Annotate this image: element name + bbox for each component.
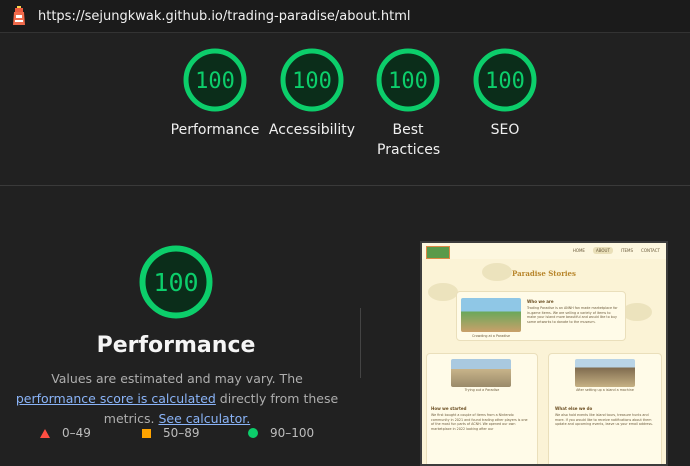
leaf-decoration — [428, 283, 458, 301]
thumb-logo — [426, 246, 450, 259]
thumb-nav-links: HOME ABOUT ITEMS CONTACT — [572, 247, 660, 254]
thumb-caption: Trying out a Paradise — [464, 388, 500, 392]
thumb-text: Trading Paradise is an ANNH fan made mar… — [527, 306, 618, 324]
score-gauge-ring: 100 — [183, 48, 247, 112]
thumb-image — [575, 359, 635, 387]
triangle-icon — [40, 428, 50, 438]
thumb-heading: Who we are — [527, 299, 554, 304]
legend-fail: 0–49 — [40, 426, 91, 440]
thumb-heading: What else we do — [555, 406, 593, 411]
gauge-label: SEO — [490, 122, 520, 138]
final-screenshot-thumbnail[interactable]: HOME ABOUT ITEMS CONTACT Paradise Storie… — [420, 241, 668, 466]
section-divider — [0, 185, 690, 186]
thumb-card-who: Crowding at a Paradise Who we are Tradin… — [456, 291, 626, 341]
thumb-caption: Crowding at a Paradise — [472, 334, 510, 338]
square-icon — [142, 428, 151, 438]
score-value: 100 — [195, 69, 235, 94]
gauge-seo[interactable]: 100 SEO — [455, 48, 555, 140]
thumb-caption: After setting up a island a machine — [576, 388, 634, 392]
vertical-divider — [360, 308, 361, 378]
description-text: Values are estimated and may vary. The — [51, 371, 303, 386]
category-gauges: 100 Performance 100 Accessibility 100 Be… — [0, 48, 690, 178]
address-bar: https://sejungkwak.github.io/trading-par… — [0, 0, 690, 33]
gauge-label: Best Practices — [377, 122, 441, 158]
gauge-label: Accessibility — [268, 122, 356, 138]
thumb-navbar: HOME ABOUT ITEMS CONTACT — [422, 243, 666, 259]
performance-score-link[interactable]: performance score is calculated — [16, 391, 216, 406]
score-value: 100 — [388, 69, 428, 94]
thumb-nav-home: HOME — [572, 248, 585, 253]
see-calculator-link[interactable]: See calculator. — [158, 411, 250, 426]
gauge-best-practices[interactable]: 100 Best Practices — [358, 48, 458, 160]
circle-icon — [248, 428, 258, 438]
thumb-text: We also hold events like island tours, t… — [555, 413, 653, 427]
thumb-nav-about: ABOUT — [592, 247, 613, 254]
legend-pass: 90–100 — [248, 426, 314, 440]
score-value: 100 — [485, 69, 525, 94]
leaf-decoration — [622, 303, 652, 321]
thumb-nav-items: ITEMS — [620, 248, 634, 253]
legend-range: 50–89 — [163, 426, 200, 440]
performance-score-gauge: 100 — [139, 245, 213, 319]
performance-description: Values are estimated and may vary. The p… — [12, 369, 342, 429]
gauge-performance[interactable]: 100 Performance — [165, 48, 265, 140]
lighthouse-logo-icon — [13, 6, 25, 25]
performance-title: Performance — [96, 333, 256, 358]
performance-score-value: 100 — [153, 268, 198, 297]
legend-range: 90–100 — [270, 426, 315, 440]
legend-average: 50–89 — [142, 426, 200, 440]
score-gauge-ring: 100 — [473, 48, 537, 112]
thumb-nav-contact: CONTACT — [641, 248, 660, 253]
score-value: 100 — [292, 69, 332, 94]
score-legend: 0–49 50–89 90–100 — [40, 426, 340, 442]
thumb-card-what: After setting up a island a machine What… — [548, 353, 662, 464]
score-gauge-ring: 100 — [280, 48, 344, 112]
legend-range: 0–49 — [62, 426, 91, 440]
thumb-heading: How we started — [431, 406, 467, 411]
gauge-label: Performance — [170, 122, 260, 138]
gauge-accessibility[interactable]: 100 Accessibility — [262, 48, 362, 140]
page-url[interactable]: https://sejungkwak.github.io/trading-par… — [38, 9, 411, 24]
thumb-title: Paradise Stories — [512, 269, 576, 278]
thumb-text: We first bought a couple of items from a… — [431, 413, 528, 431]
thumb-card-how: Trying out a Paradise How we started We … — [426, 353, 538, 464]
score-gauge-ring: 100 — [376, 48, 440, 112]
thumb-image — [451, 359, 511, 387]
thumb-image — [461, 298, 521, 332]
